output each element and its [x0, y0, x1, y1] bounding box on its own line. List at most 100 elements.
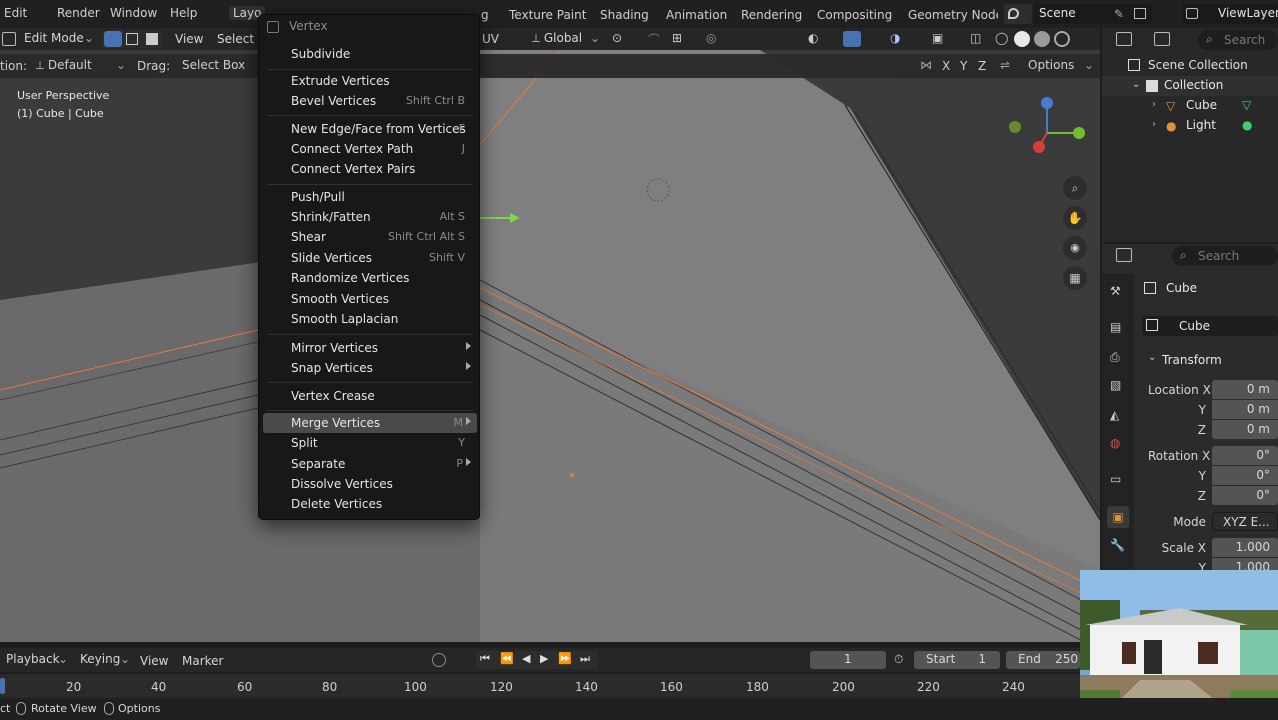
xray-toggle-icon[interactable]: ◫	[970, 31, 981, 45]
render-tab-icon[interactable]: ▤	[1110, 320, 1121, 334]
output-tab-icon[interactable]: ⎙	[1110, 350, 1120, 365]
outliner-row-cube[interactable]: › ▽ Cube ▽	[1102, 96, 1278, 116]
pan-hand-icon[interactable]: ✋	[1063, 206, 1087, 230]
workspace-tab-animation[interactable]: Animation	[666, 8, 727, 22]
end-frame-field[interactable]: End 250	[1006, 651, 1080, 669]
menu-item-shear[interactable]: Shear Shift Ctrl Alt S	[263, 227, 477, 247]
view-layer-field[interactable]: ViewLayer	[1182, 4, 1278, 24]
solid-shading-icon[interactable]	[1014, 31, 1030, 47]
menu-item-connect-vertex-path[interactable]: Connect Vertex Path J	[263, 139, 477, 159]
location-y-field[interactable]: 0 m	[1212, 400, 1278, 419]
tool-tab-icon[interactable]: ⚒	[1110, 284, 1121, 298]
pivot-point-icon[interactable]: ⊙	[612, 31, 622, 45]
rotation-x-field[interactable]: 0°	[1212, 446, 1278, 465]
scene-name-field[interactable]: Scene ✎	[1034, 4, 1152, 24]
menu-pin-icon[interactable]	[267, 21, 279, 33]
editor-type-icon[interactable]	[1116, 248, 1132, 262]
play-reverse-icon[interactable]: ◀	[522, 652, 530, 665]
snap-icon[interactable]: ⌒	[648, 31, 660, 48]
transform-section-header[interactable]: ⌄ Transform	[1142, 350, 1278, 370]
navigation-gizmo[interactable]	[1005, 95, 1090, 165]
editor-type-icon[interactable]	[2, 32, 16, 46]
menu-item-subdivide[interactable]: Subdivide	[263, 44, 477, 64]
edge-select-icon[interactable]	[126, 33, 138, 45]
light-data-icon[interactable]: ●	[1242, 118, 1252, 132]
workspace-tab-shading[interactable]: Shading	[600, 8, 649, 22]
outliner-row-light[interactable]: › ● Light ●	[1102, 116, 1278, 136]
options-dropdown[interactable]: Options ⌄	[1022, 57, 1096, 75]
view-layer-tab-icon[interactable]: ▧	[1110, 378, 1121, 392]
menu-item-push-pull[interactable]: Push/Pull	[263, 187, 477, 207]
menu-help[interactable]: Help	[170, 6, 197, 20]
workspace-tab-geometry-nodes[interactable]: Geometry Node	[908, 8, 998, 22]
menu-select[interactable]: Select	[217, 32, 254, 46]
outliner-row-scene-collection[interactable]: Scene Collection	[1102, 56, 1278, 76]
object-data-field[interactable]: Cube	[1142, 316, 1278, 336]
properties-search-input[interactable]: ⌕ Search	[1172, 246, 1278, 266]
menu-item-connect-vertex-pairs[interactable]: Connect Vertex Pairs	[263, 159, 477, 179]
playhead[interactable]	[0, 678, 5, 694]
wireframe-shading-icon[interactable]: ◯	[995, 31, 1008, 45]
expand-arrow-icon[interactable]: ›	[1152, 99, 1156, 110]
pin-icon[interactable]: ✎	[1114, 7, 1124, 21]
vertex-select-icon[interactable]	[104, 31, 122, 47]
playback-dropdown[interactable]: Playback ⌄	[0, 651, 68, 669]
menu-item-bevel-vertices[interactable]: Bevel Vertices Shift Ctrl B	[263, 91, 477, 111]
jump-end-icon[interactable]: ⏭	[580, 652, 590, 666]
keying-dropdown[interactable]: Keying ⌄	[74, 651, 130, 669]
mirror-y-toggle[interactable]: Y	[960, 59, 967, 73]
rotation-z-field[interactable]: 0°	[1212, 486, 1278, 505]
menu-item-split[interactable]: Split Y	[263, 433, 477, 453]
menu-item-snap-vertices[interactable]: Snap Vertices	[263, 358, 477, 378]
expand-arrow-icon[interactable]: ⌄	[1132, 79, 1140, 90]
collection-tab-icon[interactable]: ▭	[1110, 472, 1121, 486]
menu-item-vertex-crease[interactable]: Vertex Crease	[263, 386, 477, 406]
mirror-x-toggle[interactable]: X	[942, 59, 950, 73]
prev-keyframe-icon[interactable]: ⏪	[500, 652, 514, 665]
rotation-mode-dropdown[interactable]: XYZ E...	[1212, 512, 1278, 531]
location-x-field[interactable]: 0 m	[1212, 380, 1278, 399]
menu-item-merge-vertices[interactable]: Merge Vertices M	[263, 413, 477, 433]
expand-arrow-icon[interactable]: ›	[1152, 119, 1156, 130]
mesh-data-icon[interactable]: ▽	[1242, 98, 1251, 112]
display-mode-icon[interactable]	[1154, 32, 1170, 46]
mode-dropdown[interactable]: Edit Mode ⌄	[18, 30, 96, 48]
gizmo-toggle-icon[interactable]	[843, 31, 861, 47]
menu-item-mirror-vertices[interactable]: Mirror Vertices	[263, 338, 477, 358]
scene-selector-button[interactable]	[1004, 4, 1032, 24]
visibility-icon[interactable]: ◐	[808, 31, 818, 45]
camera-view-icon[interactable]: ◉	[1063, 236, 1087, 260]
menu-item-randomize-vertices[interactable]: Randomize Vertices	[263, 268, 477, 288]
scene-tab-icon[interactable]: ◭	[1110, 408, 1119, 422]
mirror-z-toggle[interactable]: Z	[978, 59, 986, 73]
menu-edit[interactable]: Edit	[4, 6, 27, 20]
zoom-icon[interactable]: ⌕	[1063, 176, 1087, 200]
orientation-dropdown[interactable]: ⟂ Global ⌄	[526, 30, 602, 48]
auto-merge-icon[interactable]: ⇌	[1000, 58, 1010, 72]
location-z-field[interactable]: 0 m	[1212, 420, 1278, 439]
jump-start-icon[interactable]: ⏮	[480, 652, 490, 666]
menu-render[interactable]: Render	[57, 6, 100, 20]
outliner-search-input[interactable]: ⌕ Search	[1198, 30, 1278, 50]
grid-toggle-icon[interactable]: ▦	[1063, 266, 1087, 290]
menu-item-new-edge-face[interactable]: New Edge/Face from Vertices F	[263, 119, 477, 139]
xray-icon[interactable]: ▣	[932, 31, 943, 45]
menu-item-smooth-laplacian[interactable]: Smooth Laplacian	[263, 309, 477, 329]
material-shading-icon[interactable]	[1034, 31, 1050, 47]
drag-dropdown[interactable]: Select Box	[176, 57, 256, 75]
menu-item-smooth-vertices[interactable]: Smooth Vertices	[263, 289, 477, 309]
workspace-tab-rendering[interactable]: Rendering	[741, 8, 802, 22]
face-select-icon[interactable]	[146, 33, 158, 45]
timeline-ruler[interactable]: 20 40 60 80 100 120 140 160 180 200 220 …	[0, 674, 1080, 698]
menu-item-extrude-vertices[interactable]: Extrude Vertices	[263, 71, 477, 91]
snap-target-icon[interactable]: ⊞	[672, 31, 682, 45]
3d-viewport[interactable]: User Perspective (1) Cube | Cube ⌕ ✋ ◉ ▦	[0, 50, 1100, 642]
timeline-view-menu[interactable]: View	[140, 654, 168, 668]
menu-item-dissolve-vertices[interactable]: Dissolve Vertices	[263, 474, 477, 494]
workspace-tab-partial[interactable]: g	[481, 8, 489, 22]
menu-item-shrink-fatten[interactable]: Shrink/Fatten Alt S	[263, 207, 477, 227]
editor-type-icon[interactable]	[1116, 32, 1132, 46]
menu-view[interactable]: View	[175, 32, 203, 46]
object-tab-icon[interactable]: ▣	[1107, 506, 1129, 528]
scale-x-field[interactable]: 1.000	[1212, 538, 1278, 557]
